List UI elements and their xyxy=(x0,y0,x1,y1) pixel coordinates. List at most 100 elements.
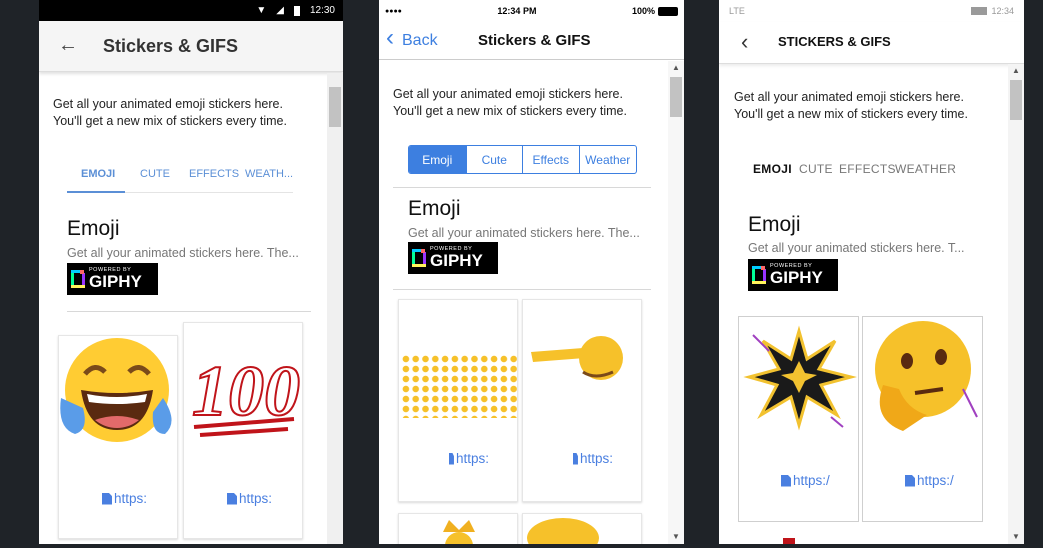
document-icon xyxy=(227,492,237,505)
giphy-badge[interactable]: POWERED BY GIPHY xyxy=(67,263,158,295)
signal-icon: ◢ xyxy=(276,5,284,16)
section-heading: Emoji xyxy=(408,197,461,220)
link-text: https: xyxy=(114,491,148,506)
sticker-card[interactable]: https: xyxy=(522,299,642,502)
scroll-up-arrow[interactable]: ▲ xyxy=(668,61,684,75)
giphy-logo-icon xyxy=(412,249,426,267)
giphy-logo-icon xyxy=(71,270,85,288)
section-heading: Emoji xyxy=(67,217,120,240)
android-phone: ▼ ◢ 12:30 ← Stickers & GIFS Get all your… xyxy=(39,0,343,544)
sticker-link[interactable]: https:/ xyxy=(781,473,833,488)
divider xyxy=(67,311,311,312)
tab-emoji[interactable]: EMOJI xyxy=(81,168,115,180)
ios-status-bar: ●●●● 12:34 PM 100% xyxy=(379,0,684,22)
winphone-phone: LTE 12:34 ‹ STICKERS & GIFS ▲ ▼ Get all … xyxy=(719,0,1024,544)
intro-text: Get all your animated emoji stickers her… xyxy=(734,90,968,121)
tab-effects[interactable]: EFFECTS xyxy=(839,162,896,176)
dab-emoji-sticker xyxy=(531,336,623,380)
divider xyxy=(393,187,651,188)
document-icon xyxy=(573,452,578,465)
page-title: Stickers & GIFS xyxy=(103,36,239,56)
link-text: https:/ xyxy=(793,473,830,488)
sticker-card[interactable]: https: xyxy=(58,335,178,539)
giphy-badge[interactable]: POWERED BY GIPHY xyxy=(408,242,498,274)
sticker-link[interactable]: https: xyxy=(449,451,489,466)
giphy-badge[interactable]: POWERED BY GIPHY xyxy=(748,259,838,291)
sticker-card[interactable]: https:/ xyxy=(862,316,983,522)
intro-text: Get all your animated emoji stickers her… xyxy=(393,87,627,118)
sticker-partial xyxy=(783,538,795,544)
android-toolbar: ← Stickers & GIFS xyxy=(39,21,343,72)
explosion-sticker xyxy=(743,325,857,431)
sticker-card[interactable]: 100 https: xyxy=(183,322,303,539)
sticker-card[interactable]: https: xyxy=(398,299,518,502)
document-icon xyxy=(781,474,791,487)
thumb-emoji-sticker xyxy=(527,518,599,544)
tab-emoji[interactable]: EMOJI xyxy=(753,162,792,176)
segmented-tabs: Emoji Cute Effects Weather xyxy=(408,145,637,174)
tab-cute[interactable]: CUTE xyxy=(799,162,833,176)
thinking-emoji-sticker xyxy=(875,321,978,431)
section-subtext: Get all your animated stickers here. The… xyxy=(408,226,640,240)
carrier-signal: ●●●● xyxy=(385,7,402,15)
sticker-card[interactable] xyxy=(522,513,642,544)
network-label: LTE xyxy=(729,6,745,16)
giphy-brand: GIPHY xyxy=(430,251,483,271)
emoji-grid-sticker xyxy=(401,354,517,418)
status-time: 12:34 xyxy=(991,6,1014,16)
scroll-thumb xyxy=(1010,80,1022,120)
scrollbar[interactable]: ▲ ▼ xyxy=(1008,64,1024,544)
scrollbar[interactable]: ▲ ▼ xyxy=(668,61,684,544)
hundred-points-sticker: 100 xyxy=(191,350,301,437)
scroll-up-arrow[interactable]: ▲ xyxy=(1008,64,1024,78)
tab-weather[interactable]: WEATH... xyxy=(245,168,293,180)
sticker-link[interactable]: https: xyxy=(102,491,162,506)
giphy-brand: GIPHY xyxy=(770,268,823,288)
giphy-brand: GIPHY xyxy=(89,272,142,292)
laughing-emoji-sticker xyxy=(60,338,172,442)
back-chevron-icon[interactable]: ‹ xyxy=(741,29,748,55)
tab-weather[interactable]: WEATHER xyxy=(895,162,956,176)
sticker-link[interactable]: https:/ xyxy=(905,473,957,488)
scroll-down-arrow[interactable]: ▼ xyxy=(668,530,684,544)
page-title: Stickers & GIFS xyxy=(478,32,591,49)
tab-cute[interactable]: CUTE xyxy=(140,168,170,180)
sticker-link[interactable]: https: xyxy=(573,451,613,466)
tab-weather[interactable]: Weather xyxy=(578,146,637,173)
section-subtext: Get all your animated stickers here. T..… xyxy=(748,241,965,255)
battery-percent: 100% xyxy=(631,6,655,16)
section-heading: Emoji xyxy=(748,213,801,236)
sticker-card[interactable]: https:/ xyxy=(738,316,859,522)
tab-emoji[interactable]: Emoji xyxy=(409,146,466,173)
ios-phone: ●●●● 12:34 PM 100% ‹ Back Stickers & GIF… xyxy=(379,0,684,544)
status-time: 12:34 PM xyxy=(497,6,537,16)
giphy-logo-icon xyxy=(752,266,766,284)
back-chevron-icon[interactable]: ‹ xyxy=(386,24,394,52)
scrollbar[interactable] xyxy=(327,73,343,544)
scroll-down-arrow[interactable]: ▼ xyxy=(1008,530,1024,544)
crown-emoji-sticker xyxy=(443,520,475,544)
battery-icon xyxy=(971,7,988,15)
tab-effects[interactable]: EFFECTS xyxy=(189,168,239,180)
document-icon xyxy=(905,474,915,487)
scroll-thumb xyxy=(670,77,682,117)
link-text: https:/ xyxy=(917,473,954,488)
battery-icon xyxy=(293,5,300,16)
winphone-status-bar: LTE 12:34 xyxy=(719,0,1024,22)
android-status-bar: ▼ ◢ 12:30 xyxy=(39,0,343,21)
link-text: https: xyxy=(239,491,273,506)
back-arrow-icon[interactable]: ← xyxy=(56,34,80,57)
sticker-link[interactable]: https: xyxy=(227,491,287,506)
section-subtext: Get all your animated stickers here. The… xyxy=(67,246,299,260)
tab-active-indicator xyxy=(67,191,125,193)
battery-icon xyxy=(657,6,678,16)
back-button[interactable]: Back xyxy=(402,32,438,50)
link-text: https: xyxy=(579,451,613,466)
tab-effects[interactable]: Effects xyxy=(522,146,579,173)
tab-cute[interactable]: Cute xyxy=(465,146,523,173)
page-title: STICKERS & GIFS xyxy=(778,34,891,49)
sticker-card[interactable] xyxy=(398,513,518,544)
document-icon xyxy=(449,452,454,465)
scroll-thumb xyxy=(329,87,341,127)
winphone-header: ‹ STICKERS & GIFS xyxy=(719,22,1024,64)
